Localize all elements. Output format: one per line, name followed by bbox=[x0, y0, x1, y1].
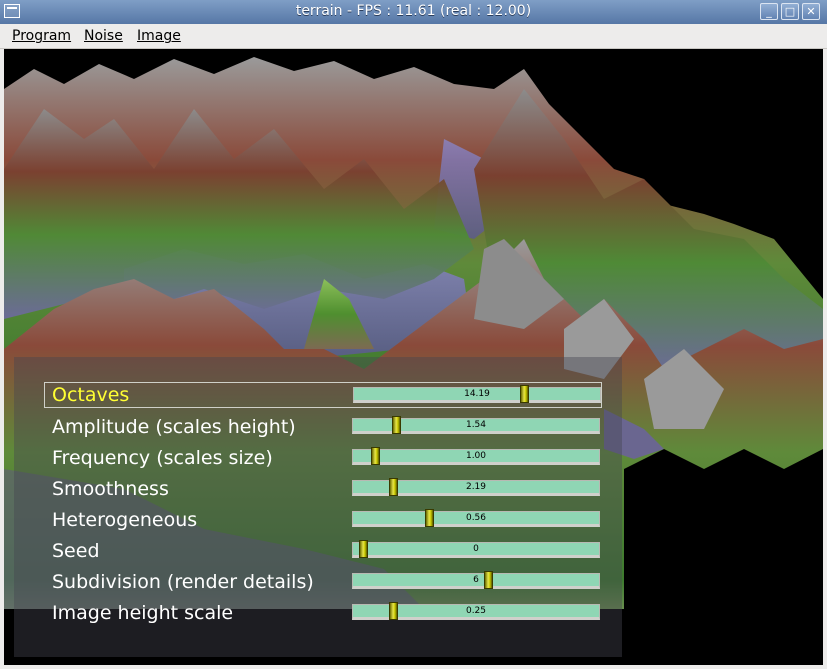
smoothness-slider[interactable]: 2.19 bbox=[352, 478, 600, 496]
param-row-octaves[interactable]: Octaves 14.19 bbox=[44, 382, 602, 408]
param-label: Smoothness bbox=[52, 478, 169, 500]
window-title-bar[interactable]: terrain - FPS : 11.61 (real : 12.00) _ □… bbox=[0, 0, 827, 25]
window-frame-right bbox=[823, 49, 827, 669]
slider-handle[interactable] bbox=[358, 540, 368, 558]
param-label: Subdivision (render details) bbox=[52, 571, 314, 593]
octaves-slider[interactable]: 14.19 bbox=[353, 385, 601, 403]
slider-handle[interactable] bbox=[424, 509, 434, 527]
subdivision-slider[interactable]: 6 bbox=[352, 571, 600, 589]
param-label: Octaves bbox=[52, 384, 130, 406]
slider-value: 14.19 bbox=[464, 389, 490, 399]
slider-handle[interactable] bbox=[391, 416, 401, 434]
seed-slider[interactable]: 0 bbox=[352, 540, 600, 558]
param-label: Amplitude (scales height) bbox=[52, 416, 296, 438]
param-row-amplitude[interactable]: Amplitude (scales height) 1.54 bbox=[44, 414, 602, 440]
menu-noise[interactable]: Noise bbox=[84, 28, 123, 44]
menu-program[interactable]: Program bbox=[12, 28, 71, 44]
slider-handle[interactable] bbox=[370, 447, 380, 465]
param-label: Frequency (scales size) bbox=[52, 447, 273, 469]
noise-parameters-panel: Octaves 14.19 Amplitude (scales height) … bbox=[14, 357, 622, 657]
maximize-button[interactable]: □ bbox=[781, 3, 799, 20]
slider-handle[interactable] bbox=[483, 571, 493, 589]
param-row-image-height-scale[interactable]: Image height scale 0.25 bbox=[44, 600, 602, 626]
menu-bar: Program Noise Image bbox=[0, 24, 827, 49]
param-label: Heterogeneous bbox=[52, 509, 198, 531]
slider-value: 0 bbox=[473, 544, 479, 554]
minimize-button[interactable]: _ bbox=[760, 3, 778, 20]
slider-value: 6 bbox=[473, 575, 479, 585]
slider-value: 1.00 bbox=[465, 451, 487, 461]
image-height-scale-slider[interactable]: 0.25 bbox=[352, 602, 600, 620]
param-row-subdivision[interactable]: Subdivision (render details) 6 bbox=[44, 569, 602, 595]
slider-handle[interactable] bbox=[520, 385, 530, 403]
param-row-seed[interactable]: Seed 0 bbox=[44, 538, 602, 564]
amplitude-slider[interactable]: 1.54 bbox=[352, 416, 600, 434]
slider-handle[interactable] bbox=[389, 602, 399, 620]
param-row-frequency[interactable]: Frequency (scales size) 1.00 bbox=[44, 445, 602, 471]
slider-handle[interactable] bbox=[389, 478, 399, 496]
close-button[interactable]: ✕ bbox=[802, 3, 820, 20]
heterogeneous-slider[interactable]: 0.56 bbox=[352, 509, 600, 527]
frequency-slider[interactable]: 1.00 bbox=[352, 447, 600, 465]
menu-image[interactable]: Image bbox=[137, 28, 181, 44]
window-title: terrain - FPS : 11.61 (real : 12.00) bbox=[295, 3, 532, 19]
param-row-smoothness[interactable]: Smoothness 2.19 bbox=[44, 476, 602, 502]
param-label: Image height scale bbox=[52, 602, 234, 624]
window-frame-bottom bbox=[0, 665, 827, 669]
param-row-heterogeneous[interactable]: Heterogeneous 0.56 bbox=[44, 507, 602, 533]
terrain-3d-viewport[interactable]: Octaves 14.19 Amplitude (scales height) … bbox=[4, 49, 823, 665]
param-label: Seed bbox=[52, 540, 100, 562]
slider-value: 0.56 bbox=[465, 513, 487, 523]
slider-value: 1.54 bbox=[465, 420, 487, 430]
